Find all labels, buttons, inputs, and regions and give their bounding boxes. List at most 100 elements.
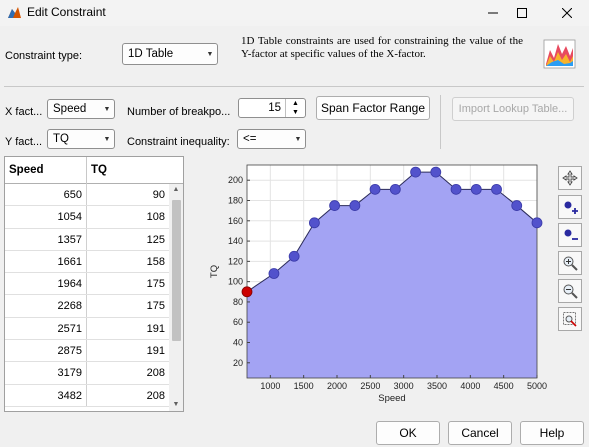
table-body: 650 90 1054 108 1357 125 1661 158 1964 175 2268 175…	[5, 184, 169, 407]
y-tick-label: 80	[233, 297, 243, 307]
table-row[interactable]: 1661 158	[5, 250, 169, 274]
x-factor-value: Speed	[53, 103, 87, 115]
chevron-down-icon: ▼	[206, 50, 214, 58]
cell-speed[interactable]: 1964	[5, 273, 87, 295]
breakpoints-spinner[interactable]: 15 ▲ ▼	[238, 98, 306, 118]
cell-tq[interactable]: 191	[87, 318, 169, 339]
spinner-arrows[interactable]: ▲ ▼	[285, 99, 305, 117]
cell-speed[interactable]: 2268	[5, 295, 87, 317]
breakpoint[interactable]	[531, 217, 543, 229]
zoom-reset-icon[interactable]	[558, 307, 582, 331]
zoom-in-icon[interactable]	[558, 251, 582, 275]
cell-tq[interactable]: 208	[87, 385, 169, 406]
cell-tq[interactable]: 90	[87, 184, 169, 205]
breakpoint[interactable]	[329, 200, 341, 211]
table-row[interactable]: 650 90	[5, 184, 169, 207]
breakpoint-table[interactable]: Speed TQ 650 90 1054 108 1357 125 1661 158 1964 1…	[4, 156, 184, 412]
cell-speed[interactable]: 1054	[5, 206, 87, 228]
x-factor-label: X fact...	[5, 106, 43, 118]
chevron-down-icon: ▼	[294, 135, 302, 143]
table-scrollbar[interactable]: ▲ ▼	[169, 184, 183, 411]
column-header-tq[interactable]: TQ	[87, 157, 169, 184]
table-row[interactable]: 1357 125	[5, 228, 169, 251]
cell-tq[interactable]: 108	[87, 206, 169, 227]
table-row[interactable]: 1054 108	[5, 206, 169, 229]
breakpoint[interactable]	[389, 183, 401, 195]
ok-button[interactable]: OK	[376, 421, 440, 445]
breakpoint[interactable]	[430, 166, 442, 178]
x-axis-label: Speed	[378, 393, 405, 404]
breakpoints-value: 15	[268, 102, 281, 114]
span-factor-range-button[interactable]: Span Factor Range	[316, 96, 430, 120]
breakpoint[interactable]	[491, 183, 502, 195]
x-tick-label: 3500	[427, 381, 447, 391]
spinner-up-icon[interactable]: ▲	[286, 99, 305, 108]
cell-speed[interactable]: 3179	[5, 362, 87, 384]
remove-point-icon[interactable]	[558, 223, 582, 247]
breakpoint[interactable]	[349, 200, 361, 211]
y-tick-label: 140	[228, 236, 243, 246]
y-tick-label: 180	[228, 196, 243, 206]
cell-speed[interactable]: 3482	[5, 384, 87, 406]
breakpoint[interactable]	[309, 217, 320, 229]
table-row[interactable]: 2268 175	[5, 295, 169, 318]
table-row[interactable]: 3482 208	[5, 384, 169, 407]
breakpoint[interactable]	[511, 200, 523, 211]
table-row[interactable]: 2875 191	[5, 340, 169, 363]
cell-tq[interactable]: 191	[87, 340, 169, 361]
table-row[interactable]: 2571 191	[5, 317, 169, 341]
pan-icon[interactable]	[558, 166, 582, 190]
x-tick-label: 2500	[360, 381, 380, 391]
spinner-down-icon[interactable]: ▼	[286, 108, 305, 117]
zoom-out-icon[interactable]	[558, 279, 582, 303]
breakpoint[interactable]	[450, 183, 462, 195]
table-row[interactable]: 3179 208	[5, 362, 169, 385]
column-header-speed[interactable]: Speed	[5, 157, 87, 184]
help-button[interactable]: Help	[520, 421, 584, 445]
maximize-button[interactable]	[505, 2, 539, 24]
breakpoint[interactable]	[268, 268, 280, 279]
constraint-type-label: Constraint type:	[5, 50, 83, 62]
breakpoint[interactable]	[470, 183, 482, 195]
y-factor-value: TQ	[53, 133, 69, 145]
cell-tq[interactable]: 158	[87, 251, 169, 272]
inequality-dropdown[interactable]: <= ▼	[237, 129, 306, 149]
y-factor-dropdown[interactable]: TQ ▼	[47, 129, 115, 149]
vertical-separator	[440, 95, 441, 149]
constraint-chart[interactable]: 1000 1500 2000 2500 3000 3500 4000 4500 5000 20 40…	[205, 160, 550, 410]
cell-speed[interactable]: 2571	[5, 317, 87, 340]
table-row[interactable]: 1964 175	[5, 273, 169, 296]
scroll-down-icon[interactable]: ▼	[169, 399, 183, 411]
cell-tq[interactable]: 175	[87, 295, 169, 316]
cell-speed[interactable]: 1661	[5, 250, 87, 273]
x-tick-label: 1500	[294, 381, 314, 391]
x-factor-dropdown[interactable]: Speed ▼	[47, 99, 115, 119]
cell-tq[interactable]: 208	[87, 362, 169, 383]
x-tick-label: 5000	[527, 381, 547, 391]
cell-tq[interactable]: 125	[87, 229, 169, 250]
constraint-type-dropdown[interactable]: 1D Table ▼	[122, 43, 218, 65]
window-title: Edit Constraint	[27, 5, 106, 19]
cell-speed[interactable]: 2875	[5, 340, 87, 362]
cell-tq[interactable]: 175	[87, 273, 169, 294]
breakpoint[interactable]	[410, 166, 422, 178]
scroll-thumb[interactable]	[172, 200, 181, 341]
surface-plot-icon	[542, 36, 577, 71]
scroll-up-icon[interactable]: ▲	[169, 184, 183, 196]
chevron-down-icon: ▼	[103, 135, 111, 143]
y-tick-label: 100	[228, 277, 243, 287]
cancel-button[interactable]: Cancel	[448, 421, 512, 445]
selected-breakpoint[interactable]	[241, 286, 253, 298]
import-lookup-table-button[interactable]: Import Lookup Table...	[452, 97, 574, 121]
table-header: Speed TQ	[5, 157, 183, 184]
cell-speed[interactable]: 1357	[5, 228, 87, 250]
breakpoint[interactable]	[369, 183, 381, 195]
inequality-value: <=	[243, 133, 257, 145]
cell-speed[interactable]: 650	[5, 184, 87, 206]
close-button[interactable]	[550, 2, 584, 24]
add-point-icon[interactable]	[558, 195, 582, 219]
separator	[4, 86, 584, 87]
breakpoint[interactable]	[288, 250, 300, 262]
x-tick-label: 4000	[460, 381, 480, 391]
inequality-label: Constraint inequality:	[127, 136, 230, 148]
